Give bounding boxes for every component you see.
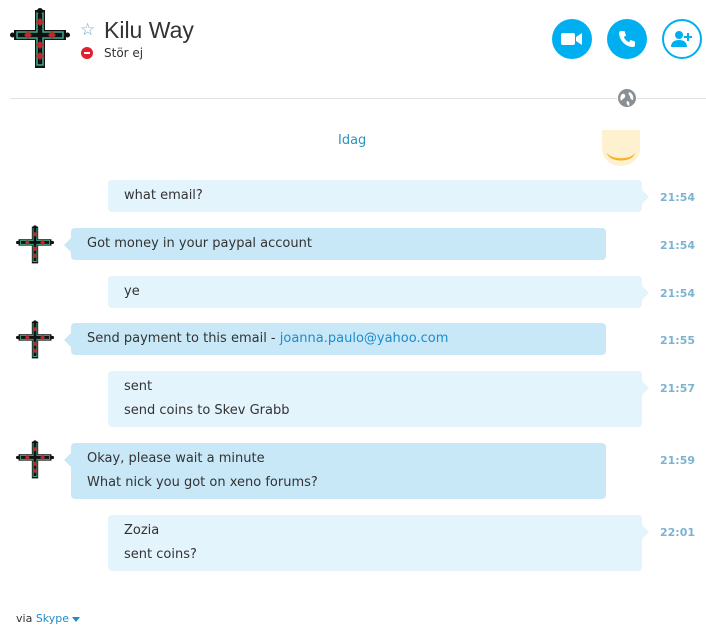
sender-avatar[interactable] [16,225,54,265]
smiley-emoticon-icon [602,130,640,166]
footer-via: via [16,612,33,625]
message-text: Send payment to this email - [87,331,280,346]
outgoing-message-bubble[interactable]: ye [108,276,649,308]
message-timestamp: 21:59 [660,454,696,467]
header-divider [10,98,706,99]
sender-avatar[interactable] [16,320,54,360]
phone-icon [619,31,635,47]
outgoing-message-bubble[interactable]: Zozia sent coins? [108,515,649,571]
message-timestamp: 21:54 [660,287,696,300]
contact-name[interactable]: Kilu Way [104,16,194,44]
video-call-button[interactable] [552,19,592,59]
incoming-message-bubble[interactable]: Send payment to this email - joanna.paul… [64,323,606,355]
audio-call-button[interactable] [607,19,647,59]
outgoing-message-bubble[interactable]: sent send coins to Skev Grabb [108,371,649,427]
skype-menu-link[interactable]: Skype [35,612,81,625]
footer: via Skype [16,612,81,626]
message-timestamp: 21:57 [660,382,696,395]
message-text: what email? [124,188,203,203]
message-text: ye [124,284,140,299]
message-text: Got money in your paypal account [87,236,312,251]
email-link[interactable]: joanna.paulo@yahoo.com [280,331,449,346]
contact-status: Stör ej [104,46,144,60]
message-text: sent [124,379,153,394]
favorite-star-icon[interactable]: ☆ [80,20,95,40]
sender-avatar[interactable] [16,440,54,480]
contact-avatar[interactable] [10,8,70,70]
message-timestamp: 21:54 [660,191,696,204]
skype-brand-label: Skype [35,612,70,625]
outgoing-message-bubble[interactable]: what email? [108,180,649,212]
message-text-line: Send payment to this email - joanna.paul… [87,327,590,351]
add-contact-button[interactable] [662,19,702,59]
incoming-message-bubble[interactable]: Got money in your paypal account [64,228,606,260]
message-timestamp: 22:01 [660,526,696,539]
message-timestamp: 21:54 [660,239,696,252]
message-text: Okay, please wait a minute [87,451,265,466]
scroll-fade [0,575,706,593]
add-person-icon [671,31,692,47]
message-text: sent coins? [124,547,197,562]
incoming-message-bubble[interactable]: Okay, please wait a minute What nick you … [64,443,606,499]
day-separator: Idag [338,133,367,148]
chat-header: ☆ Kilu Way Stör ej [0,0,706,98]
do-not-disturb-icon [81,47,93,59]
message-text: What nick you got on xeno forums? [87,475,318,490]
message-timestamp: 21:55 [660,334,696,347]
video-camera-icon [561,33,582,45]
chevron-down-icon [72,616,81,622]
message-text: send coins to Skev Grabb [124,403,290,418]
globe-icon[interactable] [617,88,637,108]
message-text: Zozia [124,523,160,538]
